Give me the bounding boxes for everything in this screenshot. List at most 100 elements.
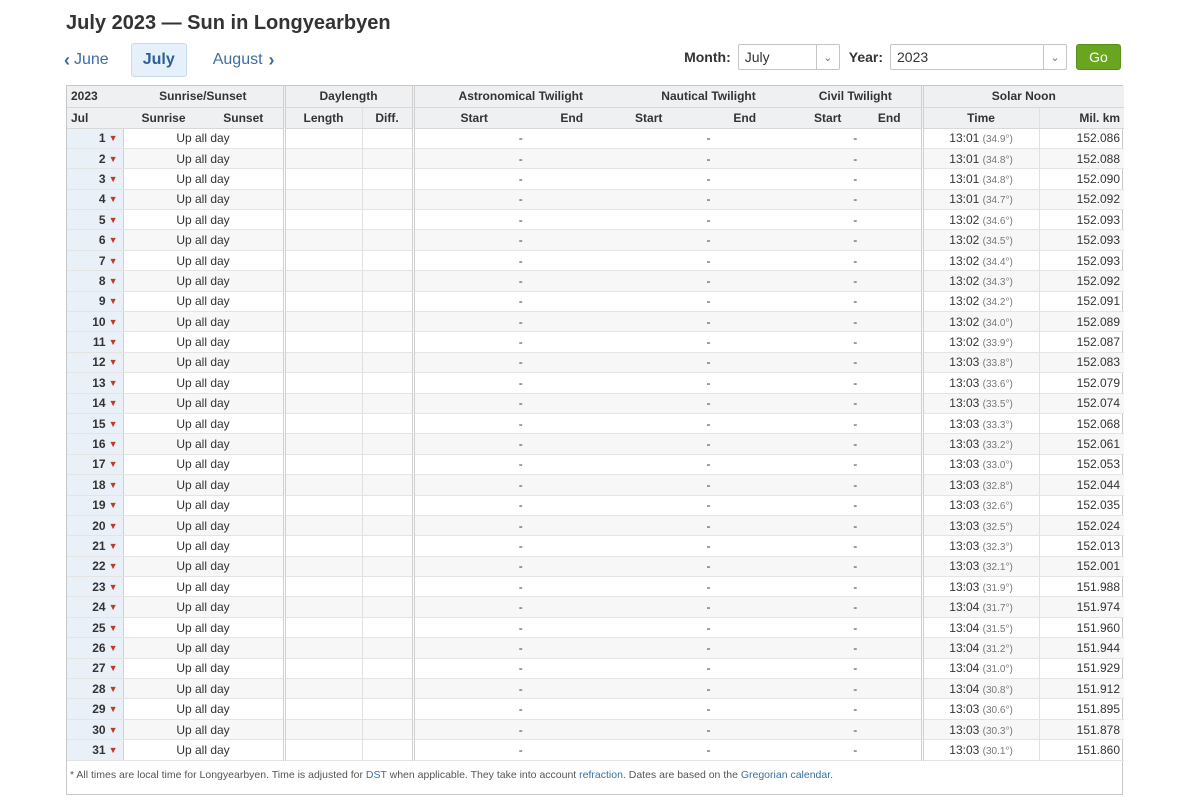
solar-noon-time: 13:03: [949, 396, 980, 411]
day-cell[interactable]: 2 ▼: [67, 148, 124, 170]
chevron-down-icon[interactable]: ▼: [109, 154, 118, 164]
chevron-down-icon[interactable]: ▼: [109, 725, 118, 735]
day-cell[interactable]: 12 ▼: [67, 352, 124, 374]
day-cell[interactable]: 16 ▼: [67, 433, 124, 455]
day-cell[interactable]: 24 ▼: [67, 596, 124, 618]
chevron-down-icon[interactable]: ▼: [109, 398, 118, 408]
chevron-down-icon[interactable]: ▼: [109, 174, 118, 184]
sunrise-sunset-cell: Up all day: [123, 535, 286, 557]
chevron-down-icon[interactable]: ▼: [109, 439, 118, 449]
day-cell[interactable]: 4 ▼: [67, 189, 124, 211]
solar-noon-time: 13:02: [949, 294, 980, 309]
refraction-link[interactable]: refraction: [579, 769, 623, 781]
chevron-down-icon[interactable]: ▼: [109, 745, 118, 755]
chevron-down-icon[interactable]: ▼: [109, 276, 118, 286]
day-cell[interactable]: 25 ▼: [67, 617, 124, 639]
table-row: 16 ▼ Up all day - - -13:03 (33.2°) 152.061: [67, 433, 1125, 455]
solar-noon-time: 13:04: [949, 600, 980, 615]
footnote-text: * All times are local time for Longyearb…: [70, 768, 366, 781]
chevron-down-icon[interactable]: ▼: [109, 459, 118, 469]
chevron-down-icon[interactable]: ▼: [109, 256, 118, 266]
day-cell[interactable]: 29 ▼: [67, 698, 124, 720]
sunrise-column-header: Sunrise: [123, 107, 204, 129]
chevron-down-icon[interactable]: ▼: [109, 194, 118, 204]
day-cell[interactable]: 1 ▼: [67, 128, 124, 149]
chevron-down-icon[interactable]: ▼: [109, 582, 118, 592]
chevron-down-icon[interactable]: ▼: [109, 704, 118, 714]
day-cell[interactable]: 10 ▼: [67, 311, 124, 333]
solar-noon-angle: (34.6°): [982, 215, 1013, 227]
day-cell[interactable]: 26 ▼: [67, 637, 124, 659]
chevron-down-icon[interactable]: ▼: [109, 419, 118, 429]
day-cell[interactable]: 28 ▼: [67, 678, 124, 700]
astro-twilight-cell: -: [413, 637, 628, 659]
chevron-down-icon[interactable]: ▼: [109, 317, 118, 327]
solar-noon-angle: (31.9°): [982, 582, 1013, 594]
chevron-down-icon[interactable]: ▼: [109, 133, 118, 143]
chevron-down-icon[interactable]: ▼: [109, 378, 118, 388]
sun-table-container: 2023 Sunrise/Sunset Daylength Astronomic…: [66, 85, 1125, 795]
sunrise-sunset-cell: Up all day: [123, 291, 286, 313]
next-month-link[interactable]: August ›: [213, 44, 275, 77]
chevron-left-icon: ‹: [64, 49, 70, 70]
gregorian-calendar-link[interactable]: Gregorian calendar: [741, 769, 830, 781]
day-cell[interactable]: 21 ▼: [67, 535, 124, 557]
day-cell[interactable]: 13 ▼: [67, 372, 124, 394]
day-cell[interactable]: 27 ▼: [67, 658, 124, 680]
solar-noon-angle: (34.9°): [982, 134, 1013, 146]
chevron-down-icon[interactable]: ▼: [109, 643, 118, 653]
day-number: 2: [98, 151, 106, 166]
chevron-down-icon[interactable]: ▼: [109, 684, 118, 694]
solar-noon-angle: (34.8°): [982, 174, 1013, 186]
year-select[interactable]: 2023 ⌄: [890, 44, 1067, 70]
go-button[interactable]: Go: [1076, 44, 1121, 70]
day-cell[interactable]: 17 ▼: [67, 454, 124, 476]
chevron-down-icon[interactable]: ▼: [109, 296, 118, 306]
day-cell[interactable]: 20 ▼: [67, 515, 124, 537]
sunrise-sunset-cell: Up all day: [123, 250, 286, 272]
day-cell[interactable]: 19 ▼: [67, 495, 124, 516]
day-cell[interactable]: 31 ▼: [67, 739, 124, 761]
astro-twilight-cell: -: [413, 311, 628, 333]
chevron-down-icon[interactable]: ▼: [109, 521, 118, 531]
chevron-down-icon[interactable]: ▼: [109, 541, 118, 551]
day-cell[interactable]: 9 ▼: [67, 291, 124, 313]
distance-cell: 152.035: [1039, 495, 1125, 516]
daylength-diff-cell: [362, 128, 415, 149]
chevron-down-icon[interactable]: ▼: [109, 500, 118, 510]
sunrise-sunset-cell: Up all day: [123, 393, 286, 414]
current-month-tab[interactable]: July: [130, 43, 187, 77]
day-cell[interactable]: 5 ▼: [67, 209, 124, 231]
daylength-diff-cell: [362, 291, 415, 313]
day-cell[interactable]: 15 ▼: [67, 413, 124, 435]
day-cell[interactable]: 3 ▼: [67, 168, 124, 190]
day-cell[interactable]: 11 ▼: [67, 331, 124, 353]
chevron-down-icon[interactable]: ▼: [109, 602, 118, 612]
dst-link[interactable]: DST: [366, 769, 387, 781]
chevron-down-icon[interactable]: ▼: [109, 337, 118, 347]
chevron-down-icon[interactable]: ▼: [109, 480, 118, 490]
chevron-down-icon[interactable]: ▼: [109, 663, 118, 673]
day-cell[interactable]: 18 ▼: [67, 474, 124, 496]
chevron-down-icon[interactable]: ▼: [109, 623, 118, 633]
astro-twilight-cell: -: [413, 454, 628, 476]
day-number: 5: [98, 212, 106, 227]
day-cell[interactable]: 22 ▼: [67, 556, 124, 578]
chevron-down-icon[interactable]: ▼: [109, 357, 118, 367]
next-month-label: August: [212, 51, 263, 68]
day-cell[interactable]: 14 ▼: [67, 393, 124, 414]
civil-twilight-cell: -: [790, 617, 924, 639]
chevron-down-icon[interactable]: ▼: [109, 235, 118, 245]
civil-twilight-cell: -: [790, 270, 924, 292]
prev-month-link[interactable]: ‹ June: [64, 44, 109, 77]
month-select[interactable]: July ⌄: [737, 44, 840, 70]
daylength-length-cell: [284, 433, 363, 455]
day-cell[interactable]: 6 ▼: [67, 229, 124, 251]
chevron-down-icon[interactable]: ▼: [109, 561, 118, 571]
chevron-down-icon[interactable]: ▼: [109, 215, 118, 225]
day-cell[interactable]: 8 ▼: [67, 270, 124, 292]
table-row: 5 ▼ Up all day - - -13:02 (34.6°) 152.093: [67, 209, 1125, 231]
day-cell[interactable]: 7 ▼: [67, 250, 124, 272]
day-cell[interactable]: 23 ▼: [67, 576, 124, 598]
day-cell[interactable]: 30 ▼: [67, 719, 124, 741]
